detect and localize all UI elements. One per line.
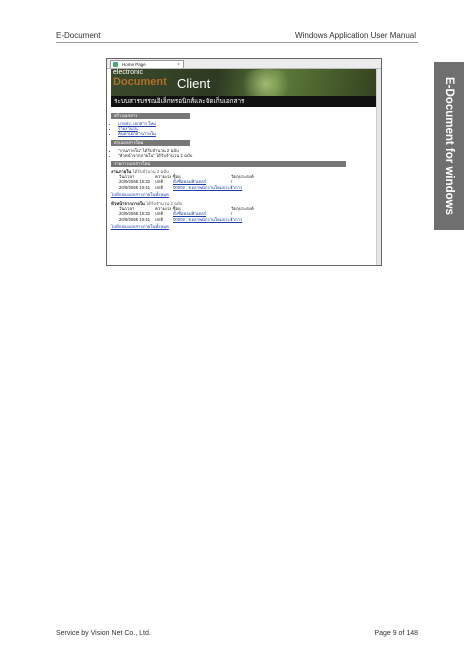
banner-line3: Client xyxy=(177,76,211,91)
summary-list: "งานภายใน" ได้รับจำนวน 2 ฉบับ "หัวหน้าจา… xyxy=(111,148,381,158)
row-date: 20/9/2555 10:41 xyxy=(119,184,151,190)
table-row[interactable]: 20/9/2555 10:41 ปกติ 00002 : ขอลาพนักงาน… xyxy=(111,217,381,222)
tab-label: Home Page xyxy=(122,62,146,67)
app-banner: electronic Document Client xyxy=(111,69,377,96)
banner-line2: Document xyxy=(113,76,167,88)
row-urgency: ปกติ xyxy=(155,184,164,190)
more-link[interactable]: ไปที่กล่องเอกสารภายในทั้งหมด xyxy=(111,192,169,197)
close-icon[interactable]: × xyxy=(177,61,180,69)
create-list: บาดส่ง, เอกสาร ใหม่ รายงานใน ค้นหาเอกสาร… xyxy=(111,121,381,137)
header-right: Windows Application User Manual xyxy=(295,31,416,40)
header-rule xyxy=(56,42,418,43)
scrollbar[interactable] xyxy=(376,69,381,265)
header-left: E-Document xyxy=(56,31,101,40)
browser-tab-bar: Home Page × xyxy=(107,59,381,69)
app-screenshot: Home Page × electronic Document Client ร… xyxy=(106,58,382,266)
side-tab-label: E-Document for windows xyxy=(443,77,455,215)
banner-line1: electronic xyxy=(113,69,143,76)
more-link[interactable]: ไปที่กล่องเอกสารภายในทั้งหมด xyxy=(111,224,169,229)
section-summary-title: สรุปเอกสารใหม่ xyxy=(111,139,190,146)
row-date: 20/9/2555 10:41 xyxy=(119,216,151,222)
banner-glow xyxy=(236,69,296,96)
section-create-title: สร้างเอกสาร xyxy=(111,113,190,119)
row-note: / xyxy=(231,184,233,190)
side-tab: E-Document for windows xyxy=(434,62,464,230)
section-received-title: รายการเอกสารใหม่ xyxy=(111,161,346,168)
page-icon xyxy=(113,62,118,67)
footer-left: Service by Vision Net Co., Ltd. xyxy=(56,630,151,637)
home-content: สร้างเอกสาร บาดส่ง, เอกสาร ใหม่ รายงานใน… xyxy=(107,107,381,229)
row-urgency: ปกติ xyxy=(155,216,164,222)
tab-home-page[interactable]: Home Page × xyxy=(110,60,184,68)
summary-item: "หัวหน้าจากภายใน" ได้รับจำนวน 2 ฉบับ xyxy=(118,153,381,158)
create-link-search[interactable]: ค้นหาเอกสารภายใน xyxy=(118,131,156,136)
footer-right: Page 9 of 148 xyxy=(374,630,418,637)
table-row[interactable]: 20/9/2555 10:41 ปกติ 00002 : ขอลาพนักงาน… xyxy=(111,185,381,190)
app-subtitle: ระบบสารบรรณอิเล็กทรอนิกส์และจัดเก็บเอกสา… xyxy=(111,96,377,107)
row-note: / xyxy=(231,216,233,222)
